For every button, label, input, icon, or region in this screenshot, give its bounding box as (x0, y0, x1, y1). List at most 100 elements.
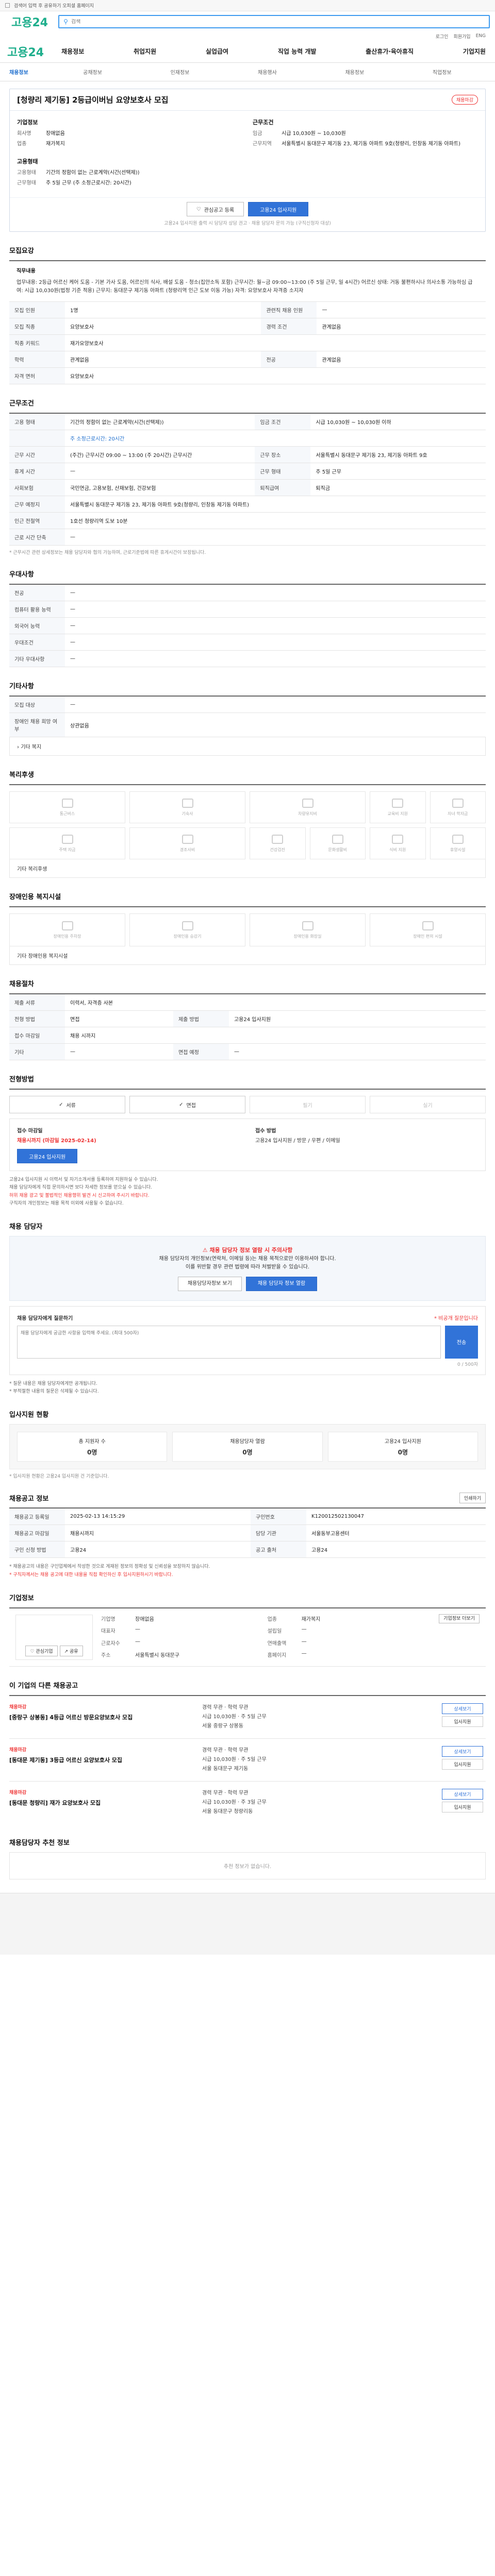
cap-icon (452, 798, 464, 808)
status-badge: 채용마감 (451, 95, 478, 105)
apply-button[interactable]: 고용24 입사지원 (248, 202, 309, 216)
like-company-button[interactable]: ♡ 관심기업 (25, 1645, 58, 1656)
form-label: 고용형태 (17, 158, 38, 165)
top-notice-bar: 검색어 입력 후 공유하기 오피셜 홈페이지 (0, 0, 495, 11)
deadline-value: 채용시까지 (마감일 2025-02-14) (17, 1138, 96, 1144)
apply-notes: 고용24 입사지원 시 이력서 및 자기소개서를 등록하여 지원하실 수 있습니… (9, 1177, 158, 1206)
view-manager-button[interactable]: 채용담당자정보 보기 (177, 1276, 242, 1291)
prefer-section: 우대사항 전공 — 컴퓨터 활용 능력 — 외국어 능력 — 우대조건 — 기타 우대사… (0, 569, 495, 667)
gnb-item[interactable]: 채용정보 (57, 45, 88, 58)
gnb-item[interactable]: 기업지원 (459, 45, 490, 58)
apply-methods: ✓ 서류 ✓ 면접 필기 실기 (9, 1089, 486, 1113)
apply-job-button[interactable]: 입사지원 (442, 1758, 483, 1770)
breadcrumb-item[interactable]: 채용행사 (258, 68, 277, 76)
ticket-icon (332, 834, 343, 844)
apply-job-button[interactable]: 입사지원 (442, 1716, 483, 1727)
facility-item: 장애인용 주차장 (9, 913, 125, 946)
car-icon (302, 798, 314, 808)
gnb-item[interactable]: 취업지원 (129, 45, 160, 58)
send-question-button[interactable]: 전송 (445, 1325, 478, 1359)
heart-icon: ♡ (196, 206, 201, 212)
company-info-grid: 기업명 장애없음 업종 재가복지 대표자 — 설립일 — 근로자수 — 연매출액 — 주소 서울특별… (101, 1616, 321, 1659)
toilet-icon (302, 921, 314, 930)
view-job-button[interactable]: 상세보기 (442, 1745, 483, 1757)
workcond-table: 고용 형태 기간의 정함이 없는 근로계약(시간(선택제)) 임금 조건 시급 10,… (9, 413, 486, 546)
wheelchair-icon (422, 921, 434, 930)
welfare-item: 기숙사 (129, 791, 245, 823)
welfare-more: 기타 복리후생 (9, 859, 486, 878)
status-section: 입사지원 현황 총 지원자 수 0명 채용담당자 열람 0명 고용24 입사지원 0명… (0, 1409, 495, 1479)
gnb-item[interactable]: 직업 능력 개발 (274, 45, 321, 58)
welfare-item: 문화생활비 (309, 827, 366, 859)
contact-manager-button[interactable]: 채용 담당자 정보 열람 (245, 1276, 318, 1291)
meal-icon (392, 834, 404, 844)
welfare-item: 건강검진 (250, 827, 306, 859)
ask-box: 채용 담당자에게 질문하기* 비공개 질문입니다 전송 0 / 500자 (9, 1306, 486, 1375)
welfare-item: 휴양시설 (430, 827, 486, 859)
kv-value: 주 5일 근무 (주 소정근로시간: 20시간) (46, 180, 131, 186)
section-title: 채용 담당자 (9, 1223, 43, 1231)
etc-table: 모집 대상 — 장애인 채용 희망 여부 상관없음 (9, 696, 486, 737)
gnb-item[interactable]: 출산휴가·육아휴직 (361, 45, 418, 58)
disabled-section: 장애인용 복지시설 장애인용 주차장 장애인용 승강기 장애인용 화장실 장애인… (0, 891, 495, 965)
kv-key: 업종 (17, 141, 27, 147)
question-textarea[interactable] (17, 1325, 441, 1359)
share-icon: ↗ (64, 1649, 69, 1654)
kv-value: 기간의 정함이 없는 근로계약(시간(선택제)) (46, 170, 140, 176)
apply-section: 전형방법 ✓ 서류 ✓ 면접 필기 실기 접수 마감일 채용시까지 (마감일 202… (0, 1074, 495, 1208)
resort-icon (452, 834, 464, 844)
company-more-button[interactable]: 기업정보 더보기 (439, 1614, 480, 1623)
gnb-item[interactable]: 실업급여 (202, 45, 233, 58)
list-item[interactable]: 채용마감 [중랑구 상봉동] 4등급 어르신 방문요양보호사 모집 경력 무관 ·… (9, 1694, 486, 1738)
status-note: * 입사지원 현황은 고용24 입사지원 건 기준입니다. (9, 1474, 109, 1480)
section-title: 전형방법 (9, 1076, 34, 1083)
view-job-button[interactable]: 상세보기 (442, 1703, 483, 1714)
checkbox-icon[interactable] (5, 3, 10, 8)
recommend-section: 채용담당자 추천 정보 추천 정보가 없습니다. (0, 1837, 495, 1879)
kv-key: 고용형태 (17, 170, 36, 176)
breadcrumb-home[interactable]: 채용정보 (9, 68, 28, 76)
gnb-logo[interactable]: 고용24 (5, 43, 57, 60)
disabled-grid: 장애인용 주차장 장애인용 승강기 장애인용 화장실 장애인 편의 시설 (9, 906, 486, 946)
job-title: [청량리 제기동] 2등급이버님 요양보호사 모집 (17, 95, 169, 105)
job-description: 직무내용 업무내용: 2등급 어르신 케어 도움 - 기본 가사 도움, 어르신… (9, 260, 486, 302)
breadcrumb-item[interactable]: 직업정보 (433, 68, 452, 76)
kv-key: 근무형태 (17, 180, 36, 186)
kv-key: 회사명 (17, 131, 31, 137)
char-count: 0 / 500자 (457, 1362, 478, 1367)
language-link[interactable]: ENG (476, 33, 486, 39)
company-logo-placeholder: ♡ 관심기업 ↗ 공유 (15, 1614, 93, 1660)
welfare-item: 교육비 지원 (370, 791, 426, 823)
company-box: ♡ 관심기업 ↗ 공유 기업명 장애없음 업종 재가복지 대표자 — 설립일 — 근로자수 —… (9, 1607, 486, 1667)
section-title: 복리후생 (9, 771, 34, 779)
welfare-item: 자녀 학자금 (430, 791, 486, 823)
print-button[interactable]: 인쇄하기 (459, 1493, 486, 1504)
search-input[interactable] (71, 19, 485, 25)
method-item: 실기 (370, 1096, 486, 1113)
breadcrumb-item[interactable]: 인재정보 (171, 68, 190, 76)
view-job-button[interactable]: 상세보기 (442, 1788, 483, 1800)
recruit-section: 모집요강 직무내용 업무내용: 2등급 어르신 케어 도움 - 기본 가사 도움… (0, 245, 495, 384)
login-link[interactable]: 로그인 (436, 33, 449, 40)
section-title: 기업정보 (9, 1594, 34, 1602)
site-logo[interactable]: 고용24 (5, 13, 54, 30)
apply-now-button[interactable]: 고용24 입사지원 (17, 1149, 78, 1163)
heart-icon: ♡ (30, 1649, 35, 1654)
breadcrumb-item[interactable]: 채용정보 (345, 68, 364, 76)
section-title: 채용공고 정보 (9, 1495, 49, 1503)
apply-job-button[interactable]: 입사지원 (442, 1801, 483, 1812)
manager-alert: ⚠ 채용 담당자 정보 열람 시 주의사항 채용 담당자의 개인정보(연락처, … (9, 1236, 486, 1301)
page-footer (0, 1892, 495, 1955)
list-item[interactable]: 채용마감 [동대문 청량리] 재가 요양보호사 모집 경력 무관 · 학력 무관 시… (9, 1781, 486, 1824)
section-title: 채용절차 (9, 980, 34, 988)
top-notice-text: 검색어 입력 후 공유하기 오피셜 홈페이지 (14, 4, 94, 9)
breadcrumb-item[interactable]: 공채정보 (83, 68, 102, 76)
list-item[interactable]: 채용마감 [동대문 제기동] 3등급 어르신 요양보호사 모집 경력 무관 · 학… (9, 1738, 486, 1781)
parking-icon (61, 921, 73, 930)
prefer-table: 전공 — 컴퓨터 활용 능력 — 외국어 능력 — 우대조건 — 기타 우대사항 — (9, 584, 486, 667)
join-link[interactable]: 회원가입 (453, 33, 470, 40)
share-button[interactable]: ↗ 공유 (59, 1645, 83, 1656)
conditions-label: 근무조건 (253, 119, 274, 126)
like-button[interactable]: ♡ 관심공고 등록 (186, 202, 244, 216)
book-icon (392, 798, 404, 808)
